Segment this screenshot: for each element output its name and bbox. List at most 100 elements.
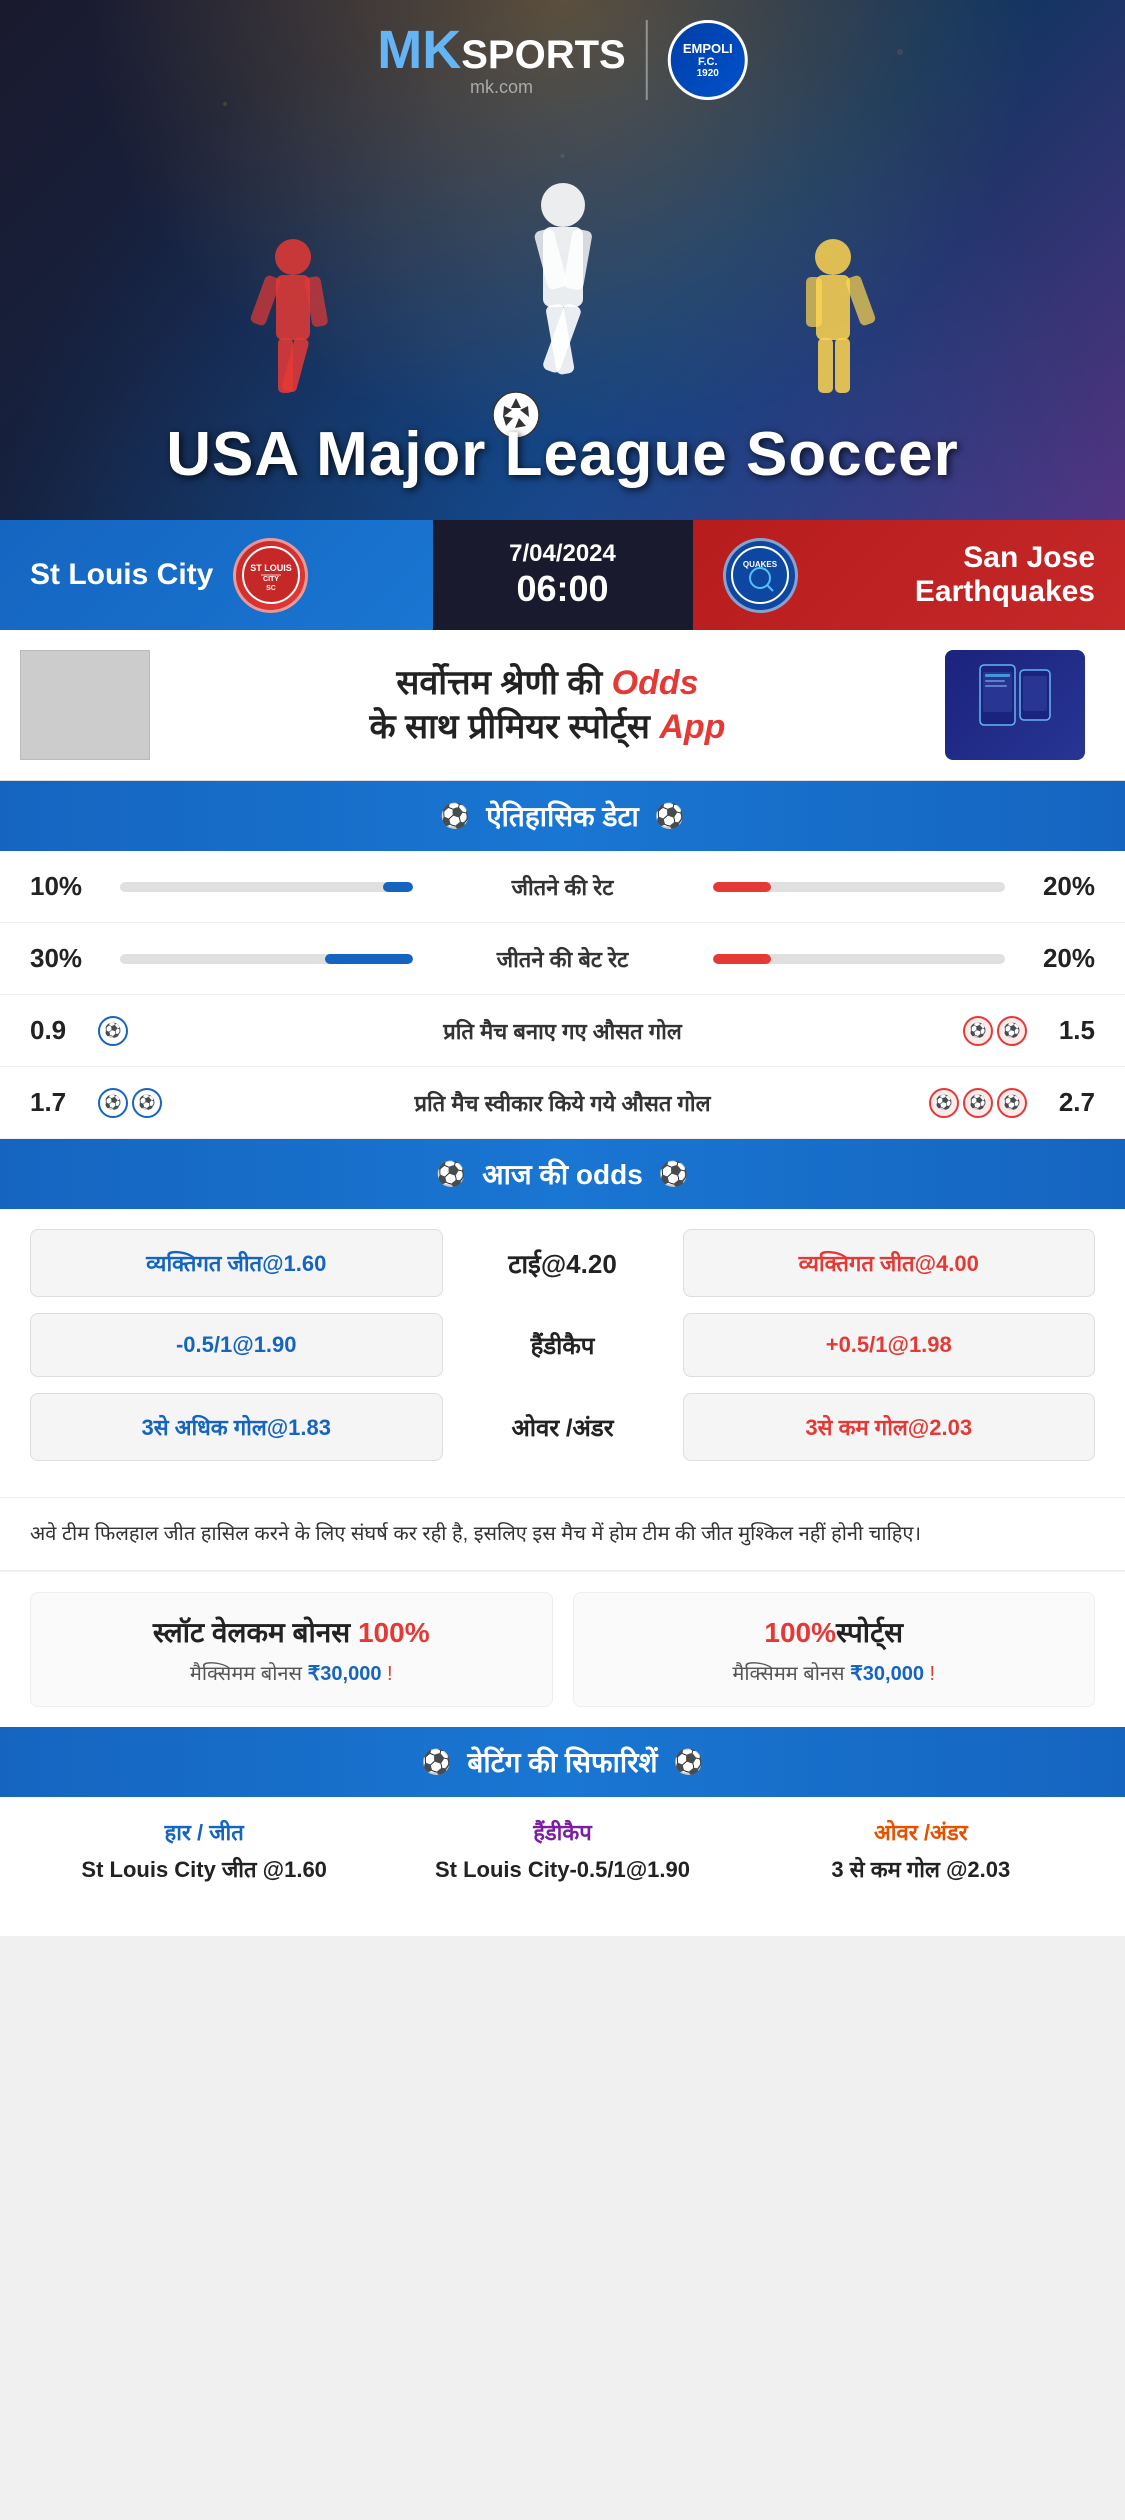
player-right1	[788, 235, 878, 440]
rec-label-1: हार / जीत	[30, 1817, 378, 1847]
match-bar: St Louis City ST LOUIS CITY SC 7/04/2024…	[0, 520, 1125, 630]
odds-header: ⚽ आज की odds ⚽	[0, 1139, 1125, 1209]
goal-label-scored: प्रति मैच बनाए गए औसत गोल	[385, 1016, 740, 1046]
bonus-sports-sub: मैक्सिमम बोनस ₹30,000 !	[594, 1659, 1075, 1686]
odds-center-tie[interactable]: टाई@4.20	[453, 1245, 673, 1281]
svg-text:SC: SC	[266, 585, 276, 592]
rec-val-1: St Louis City जीत @1.60	[30, 1855, 378, 1886]
odds-center-ou: ओवर /अंडर	[453, 1411, 673, 1444]
hero-title: USA Major League Soccer	[166, 419, 959, 490]
ad-main-text: सर्वोत्तम श्रेणी की Oddsके साथ प्रीमियर …	[170, 661, 925, 749]
historical-title: ऐतिहासिक डेटा	[486, 797, 639, 835]
ball-icon-right: ⚽	[655, 802, 685, 831]
goal-left-conceded: 1.7 ⚽ ⚽	[30, 1087, 385, 1118]
away-team-section: QUAKES San Jose Earthquakes	[693, 520, 1125, 630]
odds-btn-away-win[interactable]: व्यक्तिगत जीत@4.00	[683, 1229, 1096, 1297]
goal-right-scored: ⚽ ⚽ 1.5	[740, 1015, 1095, 1046]
balls-left-scored: ⚽	[98, 1016, 128, 1046]
rec-ball-right: ⚽	[674, 1748, 704, 1777]
rec-val-3: 3 से कम गोल @2.03	[747, 1855, 1095, 1886]
bonus-section: स्लॉट वेलकम बोनस 100% मैक्सिमम बोनस ₹30,…	[0, 1570, 1125, 1727]
odds-btn-over[interactable]: 3से अधिक गोल@1.83	[30, 1393, 443, 1461]
ball-rc1: ⚽	[929, 1088, 959, 1118]
away-team-name: San Jose Earthquakes	[818, 541, 1096, 609]
ball-l1: ⚽	[98, 1088, 128, 1118]
rec-cell-2: हैंडीकैप St Louis City-0.5/1@1.90	[388, 1817, 736, 1886]
bonus-card-slots[interactable]: स्लॉट वेलकम बोनस 100% मैक्सिमम बोनस ₹30,…	[30, 1592, 553, 1707]
match-center: 7/04/2024 06:00	[433, 520, 693, 630]
ball-icon-left: ⚽	[440, 802, 470, 831]
odds-title: आज की odds	[482, 1155, 643, 1193]
bonus-slots-title: स्लॉट वेलकम बोनस 100%	[51, 1613, 532, 1651]
stat-row-winrate: 10% जीतने की रेट 20%	[0, 851, 1125, 923]
hero-section: MKSPORTS mk.com EMPOLI F.C. 1920	[0, 0, 1125, 520]
odds-row-1: व्यक्तिगत जीत@1.60 टाई@4.20 व्यक्तिगत जी…	[30, 1229, 1095, 1297]
logo-divider	[646, 20, 648, 100]
stat-label-betrate: जीतने की बेट रेट	[423, 944, 703, 974]
goal-row-scored: 0.9 ⚽ प्रति मैच बनाए गए औसत गोल ⚽ ⚽ 1.5	[0, 995, 1125, 1067]
empoli-logo: EMPOLI F.C. 1920	[668, 20, 748, 100]
players-area	[113, 80, 1013, 460]
bonus-slots-sub: मैक्सिमम बोनस ₹30,000 !	[51, 1659, 532, 1686]
ad-text: सर्वोत्तम श्रेणी की Oddsके साथ प्रीमियर …	[170, 661, 925, 749]
header-logos: MKSPORTS mk.com EMPOLI F.C. 1920	[377, 20, 747, 100]
svg-text:CITY: CITY	[263, 576, 279, 583]
odds-btn-home-win[interactable]: व्यक्तिगत जीत@1.60	[30, 1229, 443, 1297]
rec-title: बेटिंग की सिफारिशें	[467, 1743, 657, 1781]
goal-val-left-scored: 0.9	[30, 1015, 90, 1046]
ball-l2: ⚽	[132, 1088, 162, 1118]
goal-left-scored: 0.9 ⚽	[30, 1015, 385, 1046]
mk-sports-logo: MKSPORTS mk.com	[377, 23, 625, 98]
ad-phone	[945, 650, 1105, 760]
bar-left-fill-winrate	[383, 882, 412, 892]
stat-left-betrate: 30%	[30, 943, 110, 974]
rec-ball-left: ⚽	[422, 1748, 452, 1777]
goal-right-conceded: ⚽ ⚽ ⚽ 2.7	[740, 1087, 1095, 1118]
odds-btn-handicap-home[interactable]: -0.5/1@1.90	[30, 1313, 443, 1377]
ball-rc2: ⚽	[963, 1088, 993, 1118]
odds-row-3: 3से अधिक गोल@1.83 ओवर /अंडर 3से कम गोल@2…	[30, 1393, 1095, 1461]
bonus-card-sports[interactable]: 100%स्पोर्ट्स मैक्सिमम बोनस ₹30,000 !	[573, 1592, 1096, 1707]
odds-ball-left: ⚽	[436, 1160, 466, 1189]
stat-right-winrate: 20%	[1015, 871, 1095, 902]
ball1: ⚽	[98, 1016, 128, 1046]
stat-right-betrate: 20%	[1015, 943, 1095, 974]
balls-left-conceded: ⚽ ⚽	[98, 1088, 162, 1118]
ad-banner[interactable]: सर्वोत्तम श्रेणी की Oddsके साथ प्रीमियर …	[0, 630, 1125, 781]
bar-left-winrate	[120, 882, 413, 892]
ball-r2: ⚽	[997, 1016, 1027, 1046]
odds-btn-handicap-away[interactable]: +0.5/1@1.98	[683, 1313, 1096, 1377]
goal-val-right-conceded: 2.7	[1035, 1087, 1095, 1118]
bar-right-betrate	[713, 954, 1006, 964]
balls-right-scored: ⚽ ⚽	[963, 1016, 1027, 1046]
mk-letters: MK	[377, 20, 461, 80]
rec-container: हार / जीत St Louis City जीत @1.60 हैंडीक…	[0, 1797, 1125, 1936]
goal-label-conceded: प्रति मैच स्वीकार किये गये औसत गोल	[385, 1088, 740, 1118]
rec-label-2: हैंडीकैप	[388, 1817, 736, 1847]
rec-cell-1: हार / जीत St Louis City जीत @1.60	[30, 1817, 378, 1886]
bonus-sports-title: 100%स्पोर्ट्स	[594, 1613, 1075, 1651]
bar-right-fill-betrate	[713, 954, 772, 964]
rec-header: ⚽ बेटिंग की सिफारिशें ⚽	[0, 1727, 1125, 1797]
home-team-logo: ST LOUIS CITY SC	[233, 538, 308, 613]
bar-left-betrate	[120, 954, 413, 964]
odds-ball-right: ⚽	[659, 1160, 689, 1189]
stat-left-winrate: 10%	[30, 871, 110, 902]
match-time: 06:00	[516, 568, 608, 610]
rec-cell-3: ओवर /अंडर 3 से कम गोल @2.03	[747, 1817, 1095, 1886]
svg-text:ST LOUIS: ST LOUIS	[250, 563, 292, 573]
goal-val-left-conceded: 1.7	[30, 1087, 90, 1118]
player-left1	[248, 235, 338, 440]
home-team-section: St Louis City ST LOUIS CITY SC	[0, 520, 433, 630]
odds-btn-under[interactable]: 3से कम गोल@2.03	[683, 1393, 1096, 1461]
bar-right-fill-winrate	[713, 882, 772, 892]
away-team-logo: QUAKES	[723, 538, 798, 613]
ad-phone-image	[945, 650, 1085, 760]
stat-label-winrate: जीतने की रेट	[423, 872, 703, 902]
rec-labels-row: हार / जीत St Louis City जीत @1.60 हैंडीक…	[30, 1817, 1095, 1886]
rec-label-3: ओवर /अंडर	[747, 1817, 1095, 1847]
ball-rc3: ⚽	[997, 1088, 1027, 1118]
mk-sub: mk.com	[470, 77, 533, 98]
goal-row-conceded: 1.7 ⚽ ⚽ प्रति मैच स्वीकार किये गये औसत ग…	[0, 1067, 1125, 1139]
sports-text: SPORTS	[461, 33, 625, 77]
